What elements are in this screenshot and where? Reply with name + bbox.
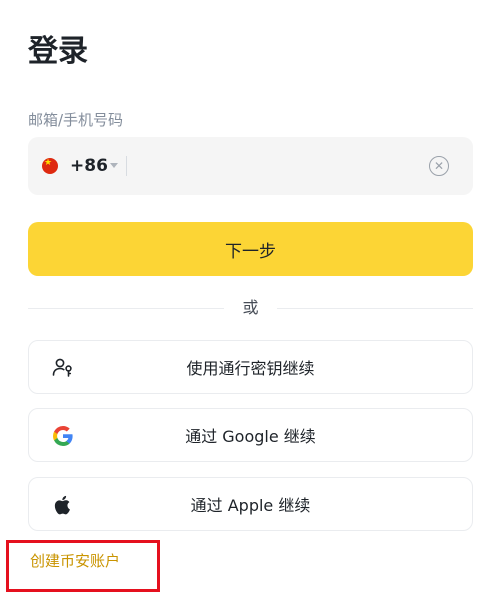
apple-login-label: 通过 Apple 继续	[190, 496, 311, 515]
chevron-down-icon[interactable]	[110, 163, 118, 168]
passkey-login-label: 使用通行密钥继续	[186, 359, 315, 378]
google-login-button[interactable]: 通过 Google 继续	[28, 408, 473, 462]
highlight-box	[6, 540, 160, 592]
page-title: 登录	[28, 34, 88, 69]
apple-icon	[54, 495, 70, 515]
phone-field[interactable]: ★ +86 ✕	[28, 137, 473, 195]
google-icon	[53, 426, 73, 446]
field-divider	[126, 156, 127, 176]
login-page: 登录 邮箱/手机号码 ★ +86 ✕ 下一步 或 使用通行密钥继续 通过 Goo…	[0, 0, 500, 599]
clear-icon[interactable]: ✕	[429, 156, 449, 176]
google-login-label: 通过 Google 继续	[185, 427, 316, 446]
next-button[interactable]: 下一步	[28, 222, 473, 276]
passkey-login-button[interactable]: 使用通行密钥继续	[28, 340, 473, 394]
phone-field-label: 邮箱/手机号码	[28, 111, 124, 129]
phone-input[interactable]	[132, 147, 422, 185]
apple-login-button[interactable]: 通过 Apple 继续	[28, 477, 473, 531]
china-flag-icon[interactable]: ★	[42, 158, 58, 174]
country-code[interactable]: +86	[70, 153, 108, 179]
or-divider: 或	[28, 296, 473, 320]
passkey-icon	[52, 358, 72, 377]
